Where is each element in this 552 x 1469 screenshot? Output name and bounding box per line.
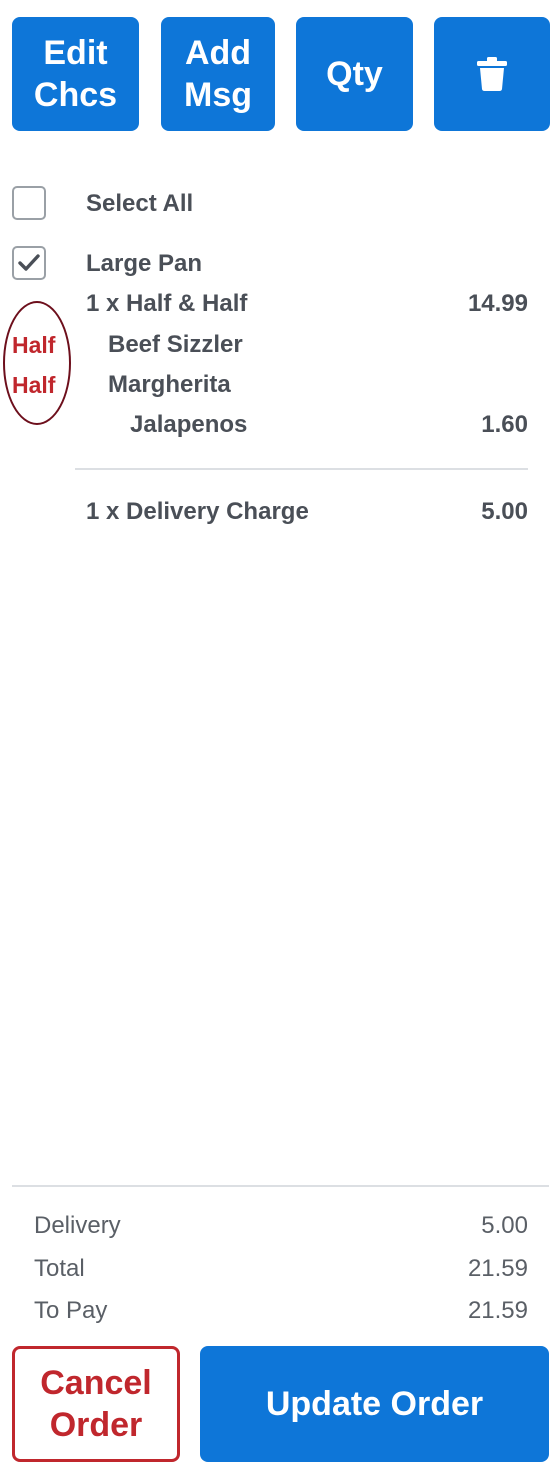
add-message-button[interactable]: Add Msg (161, 17, 275, 131)
extra-topping: Jalapenos (130, 411, 248, 438)
delivery-label: Delivery (34, 1212, 121, 1239)
edit-choices-button[interactable]: Edit Chcs (12, 17, 139, 131)
half-topping: Margherita (108, 371, 231, 398)
delivery-charge-price: 5.00 (481, 498, 528, 525)
half-topping: Beef Sizzler (108, 331, 243, 358)
action-toolbar: Edit Chcs Add Msg Qty (12, 17, 550, 131)
quantity-button[interactable]: Qty (296, 17, 413, 131)
item-divider (75, 468, 528, 470)
delivery-value: 5.00 (481, 1212, 528, 1239)
total-value: 21.59 (467, 1255, 528, 1282)
add-message-label: Add Msg (184, 34, 252, 114)
checkmark-icon (18, 254, 40, 271)
update-order-label: Update Order (265, 1384, 484, 1423)
select-all-checkbox[interactable] (12, 186, 46, 220)
extra-price: 1.60 (481, 411, 528, 438)
item-name: Large Pan (86, 250, 203, 277)
item-price: 14.99 (467, 290, 528, 317)
edit-choices-label: Edit Chcs (33, 34, 118, 114)
select-all-label: Select All (86, 190, 194, 217)
half-marker: Half (12, 372, 56, 398)
update-order-button[interactable]: Update Order (200, 1346, 549, 1462)
item-checkbox[interactable] (12, 246, 46, 280)
summary-divider (12, 1185, 549, 1187)
half-marker: Half (12, 332, 56, 358)
to-pay-label: To Pay (34, 1297, 108, 1324)
faint-header-row (12, 148, 262, 164)
half-annotation-ring (3, 301, 71, 425)
to-pay-value: 21.59 (467, 1297, 528, 1324)
cancel-order-button[interactable]: Cancel Order (12, 1346, 180, 1462)
trash-icon (477, 57, 507, 91)
quantity-label: Qty (326, 55, 383, 93)
item-line: 1 x Half & Half (86, 290, 248, 317)
delete-button[interactable] (434, 17, 550, 131)
delivery-charge-line: 1 x Delivery Charge (86, 498, 309, 525)
cancel-order-label: Cancel Order (40, 1364, 152, 1444)
total-label: Total (34, 1255, 85, 1282)
